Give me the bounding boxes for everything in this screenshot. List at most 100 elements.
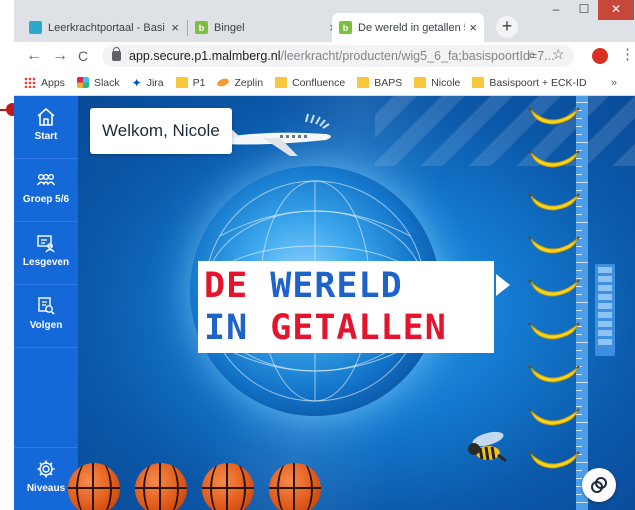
lock-icon — [112, 47, 121, 61]
logo-line-1: DE WERELD — [204, 265, 488, 307]
ruler-tick — [576, 302, 588, 303]
track-icon — [38, 297, 55, 315]
bookmark-item[interactable]: ✦ Jira — [132, 76, 164, 90]
ruler-tick — [576, 398, 582, 399]
bookmarks-more-button[interactable]: » — [611, 77, 617, 89]
ruler-tick — [576, 358, 582, 359]
bookmark-star-icon[interactable]: ☆ — [552, 46, 565, 63]
sidebar-item-lesgeven[interactable]: Lesgeven — [14, 222, 78, 285]
bookmark-item[interactable]: Nicole — [414, 77, 460, 89]
window-close-button[interactable]: ✕ — [598, 0, 634, 20]
tab-title: De wereld in getallen 5 — [358, 21, 466, 34]
group-icon — [36, 173, 56, 186]
tab-bingel[interactable]: b Bingel × — [188, 13, 344, 42]
minimize-button[interactable]: – — [542, 0, 570, 20]
ruler-tick — [576, 270, 582, 271]
maximize-button[interactable]: ☐ — [570, 0, 598, 20]
sidebar-item-label: Groep 5/6 — [22, 194, 70, 205]
bookmark-label: Zeplin — [234, 76, 264, 89]
extension-icon[interactable] — [592, 48, 608, 64]
sidebar-item-label: Lesgeven — [22, 257, 70, 268]
bookmark-item[interactable]: Slack — [76, 76, 120, 89]
reload-button[interactable]: C — [78, 46, 88, 66]
back-button[interactable]: ← — [26, 46, 42, 66]
zoom-page-icon[interactable]: ⌕ — [528, 46, 536, 63]
folder-icon — [275, 77, 288, 88]
address-bar[interactable]: app.secure.p1.malmberg.nl/leerkracht/pro… — [102, 45, 574, 67]
ruler-tick — [576, 102, 588, 103]
bookmark-label: Nicole — [431, 76, 461, 89]
banana-icon — [528, 365, 580, 383]
tab-title: Bingel — [214, 21, 245, 34]
level-segment — [598, 276, 612, 282]
ruler-tick — [576, 182, 588, 183]
leerkrachtportaal-favicon — [29, 21, 42, 34]
bookmark-item[interactable]: BAPS — [357, 77, 402, 89]
tab-de-wereld-in-getallen[interactable]: b De wereld in getallen 5 × — [332, 13, 484, 42]
sidebar-item-niveaus[interactable]: Niveaus — [14, 447, 78, 510]
banana-icon — [528, 408, 580, 426]
level-segment — [598, 267, 612, 273]
bingel-favicon: b — [195, 21, 208, 34]
level-segment — [598, 339, 612, 345]
bookmark-item[interactable]: P1 — [175, 77, 205, 89]
ruler-tick — [576, 142, 588, 143]
ruler-tick — [576, 446, 582, 447]
sidebar-item-label: Start — [34, 131, 58, 142]
bookmark-item[interactable]: Basispoort + ECK-ID — [472, 77, 587, 89]
basketball-icon — [269, 463, 321, 510]
folder-icon — [472, 77, 485, 88]
logo-word-wereld: WERELD — [270, 266, 403, 306]
level-segment — [598, 312, 612, 318]
wasp-illustration — [458, 431, 514, 476]
teaching-icon — [37, 235, 55, 253]
home-icon — [37, 108, 55, 126]
forward-button[interactable]: → — [52, 46, 68, 66]
zoom-button[interactable] — [582, 468, 616, 502]
sidebar-item-start[interactable]: Start — [14, 96, 78, 159]
level-segment — [598, 321, 612, 327]
folder-icon — [414, 77, 427, 88]
bookmark-item[interactable]: Zeplin — [216, 76, 264, 89]
basketball-icon — [68, 463, 120, 510]
url-host: app.secure.p1.malmberg.nl — [129, 49, 281, 63]
browser-titlebar: Leerkrachtportaal - Basi × b Bingel × b … — [14, 0, 635, 42]
banana-icon — [528, 236, 580, 254]
bookmark-item[interactable]: Apps — [24, 77, 65, 89]
left-edge — [0, 96, 14, 510]
ruler-tick — [576, 134, 582, 135]
banana-icon — [528, 107, 580, 125]
new-tab-button[interactable]: + — [496, 16, 518, 38]
bookmark-label: BAPS — [374, 76, 403, 89]
bingel-favicon: b — [339, 21, 352, 34]
level-segment — [598, 303, 612, 309]
browser-menu-icon[interactable]: ⋮ — [620, 45, 635, 63]
close-icon[interactable]: × — [171, 20, 179, 35]
sidebar-item-volgen[interactable]: Volgen — [14, 285, 78, 348]
folder-icon — [357, 77, 370, 88]
zeplin-icon — [216, 77, 231, 88]
window-controls: – ☐ ✕ — [542, 0, 634, 20]
sidebar-item-groep[interactable]: Groep 5/6 — [14, 159, 78, 222]
logo-play-icon — [496, 274, 510, 296]
logo-word-de: DE — [204, 266, 271, 306]
ruler-tick — [576, 310, 582, 311]
bookmark-label: Confluence — [292, 76, 346, 89]
main-stage: Welkom, Nicole DE WERELD IN GETALLEN — [68, 96, 635, 510]
zoom-icon — [591, 477, 607, 493]
close-icon[interactable]: × — [469, 20, 477, 35]
bookmark-label: Slack — [93, 76, 120, 89]
product-logo: DE WERELD IN GETALLEN — [198, 261, 494, 353]
banana-icon — [528, 279, 580, 297]
sidebar-item-label: Volgen — [29, 320, 63, 331]
basketball-icon — [202, 463, 254, 510]
level-segment — [598, 285, 612, 291]
bookmark-item[interactable]: Confluence — [275, 77, 345, 89]
basketball-icon — [135, 463, 187, 510]
tab-title: Leerkrachtportaal - Basi — [48, 21, 165, 34]
ruler-tick — [576, 494, 582, 495]
ruler-tick — [576, 174, 582, 175]
tab-leerkrachtportaal[interactable]: Leerkrachtportaal - Basi × — [22, 13, 186, 42]
bookmarks-bar: Apps Slack ✦ Jira P1 Zeplin Confluence BAPS Nico… — [14, 70, 635, 96]
ruler-tick — [576, 222, 588, 223]
